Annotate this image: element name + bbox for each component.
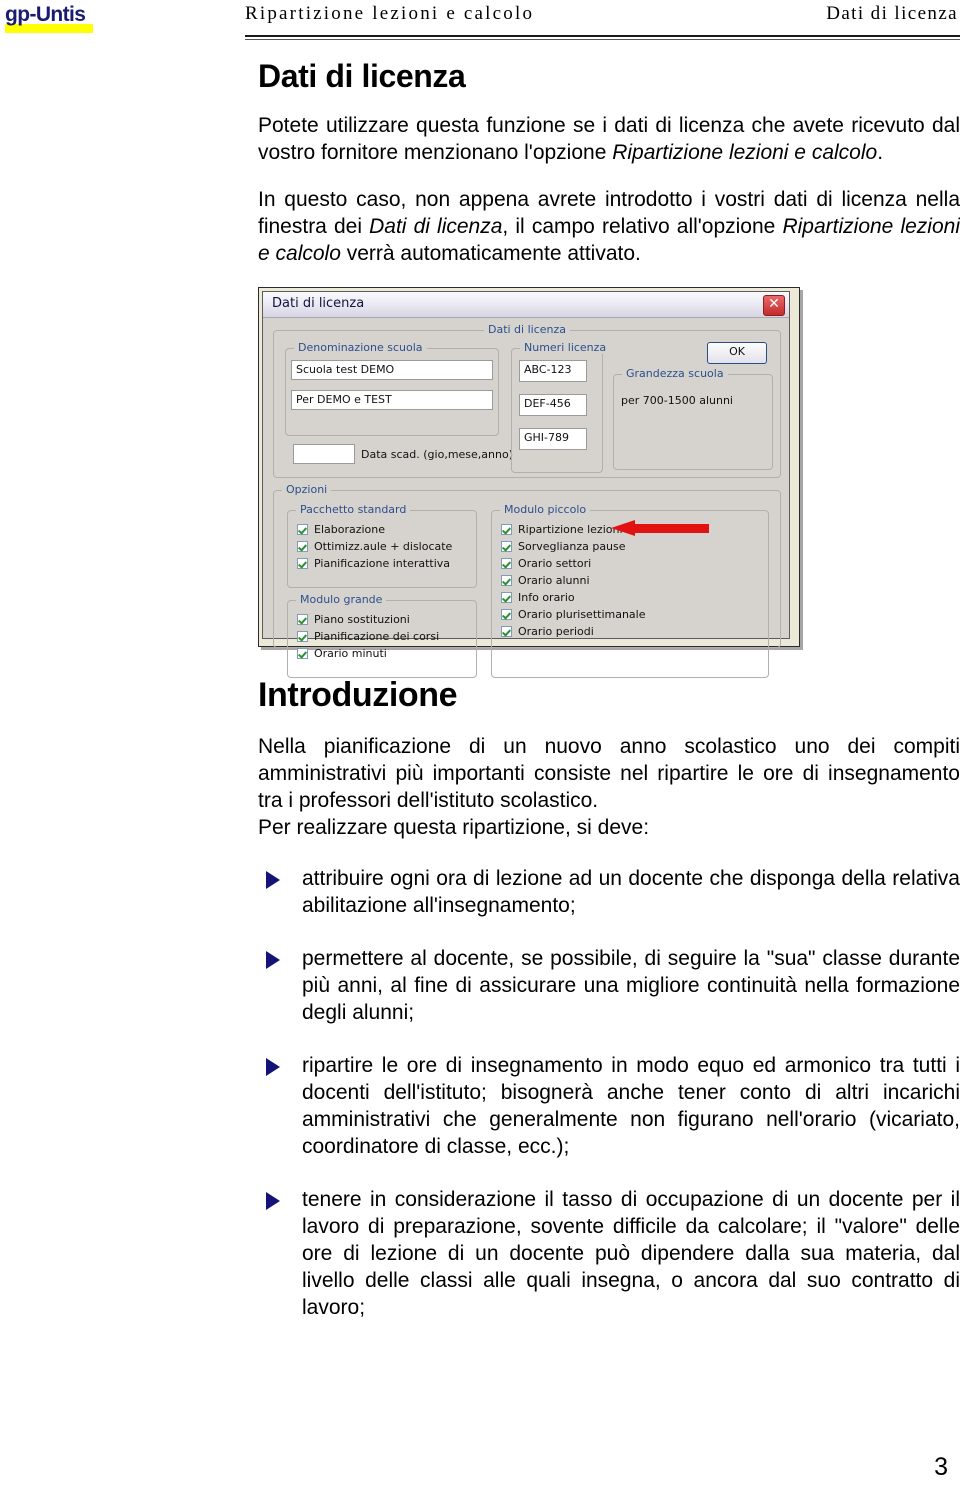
license-p1-part-b: . <box>877 141 884 164</box>
list-item: tenere in considerazione il tasso di occ… <box>258 1186 960 1321</box>
checkbox-row[interactable]: Orario settori <box>501 556 763 573</box>
checkbox-icon[interactable] <box>501 575 512 586</box>
expiry-date-input[interactable] <box>293 444 355 464</box>
arrow-head <box>611 520 635 536</box>
checkbox-row[interactable]: Sorveglianza pause <box>501 539 763 556</box>
checkbox-icon[interactable] <box>297 648 308 659</box>
checkbox-label: Orario alunni <box>518 574 590 587</box>
checkbox-label: Info orario <box>518 591 575 604</box>
checkbox-icon[interactable] <box>501 541 512 552</box>
checkbox-icon[interactable] <box>501 558 512 569</box>
license-p2-part-b: , il campo relativo all'opzione <box>502 215 783 238</box>
triangle-bullet-icon <box>266 1058 280 1076</box>
group-label-dati-di-licenza: Dati di licenza <box>483 323 571 336</box>
list-item: ripartire le ore di insegnamento in modo… <box>258 1052 960 1160</box>
checkbox-label: Pianificazione dei corsi <box>314 630 440 643</box>
intro-title: Introduzione <box>258 676 458 714</box>
checkbox-label: Orario plurisettimanale <box>518 608 646 621</box>
group-label-denominazione-scuola: Denominazione scuola <box>294 341 427 354</box>
list-item: attribuire ogni ora di lezione ad un doc… <box>258 865 960 919</box>
dialog-title-text: Dati di licenza <box>272 296 365 311</box>
checkbox-row[interactable]: Elaborazione <box>297 522 472 539</box>
list-item-text: permettere al docente, se possibile, di … <box>302 947 960 1024</box>
dialog-body: Dati di licenza Denominazione scuola Scu… <box>263 318 789 678</box>
standard-package-checkbox-list: Elaborazione Ottimizz.aule + dislocate P… <box>297 522 472 573</box>
checkbox-icon[interactable] <box>501 609 512 620</box>
list-item-text: attribuire ogni ora di lezione ad un doc… <box>302 867 960 917</box>
license-p1-italic: Ripartizione lezioni e calcolo <box>612 141 878 164</box>
group-label-pacchetto-standard: Pacchetto standard <box>296 503 411 516</box>
large-module-checkbox-list: Piano sostituzioni Pianificazione dei co… <box>297 612 472 663</box>
triangle-bullet-icon <box>266 1192 280 1210</box>
group-label-opzioni: Opzioni <box>282 483 332 496</box>
list-item-text: ripartire le ore di insegnamento in modo… <box>302 1054 960 1158</box>
group-grandezza-scuola: Grandezza scuola <box>613 367 773 470</box>
checkbox-row[interactable]: Info orario <box>501 590 763 607</box>
school-name-line1-input[interactable]: Scuola test DEMO <box>291 360 493 380</box>
checkbox-row[interactable]: Orario plurisettimanale <box>501 607 763 624</box>
school-size-value: per 700-1500 alunni <box>621 394 733 407</box>
checkbox-row[interactable]: Pianificazione interattiva <box>297 556 472 573</box>
logo-text: gp-Untis <box>5 3 86 26</box>
checkbox-label: Piano sostituzioni <box>314 613 410 626</box>
license-dialog-screenshot: Dati di licenza ✕ Dati di licenza Denomi… <box>258 287 800 678</box>
license-p2-italic-1: Dati di licenza <box>369 215 503 238</box>
dialog-title-bar: Dati di licenza ✕ <box>263 292 789 318</box>
dati-di-licenza-dialog: Dati di licenza ✕ Dati di licenza Denomi… <box>262 291 790 678</box>
group-label-numeri-licenza: Numeri licenza <box>520 341 611 354</box>
red-left-arrow-annotation-icon <box>611 520 709 536</box>
header-divider <box>245 35 960 40</box>
checkbox-icon[interactable] <box>297 631 308 642</box>
checkbox-icon[interactable] <box>501 626 512 637</box>
checkbox-icon[interactable] <box>501 524 512 535</box>
ok-button[interactable]: OK <box>707 342 767 364</box>
checkbox-row[interactable]: Ottimizz.aule + dislocate <box>297 539 472 556</box>
license-paragraph-1: Potete utilizzare questa funzione se i d… <box>258 112 960 166</box>
checkbox-label: Orario settori <box>518 557 592 570</box>
checkbox-label: Orario periodi <box>518 625 594 638</box>
small-module-checkbox-list: Ripartizione lezioni e calcolo Sorveglia… <box>501 522 763 641</box>
checkbox-label: Ottimizz.aule + dislocate <box>314 540 453 553</box>
triangle-bullet-icon <box>266 871 280 889</box>
license-number-input-2[interactable]: DEF-456 <box>519 394 587 416</box>
gp-untis-logo: gp-Untis <box>5 4 95 33</box>
group-label-modulo-grande: Modulo grande <box>296 593 387 606</box>
group-label-modulo-piccolo: Modulo piccolo <box>500 503 591 516</box>
checkbox-label: Orario minuti <box>314 647 387 660</box>
page-title: Dati di licenza <box>258 58 466 94</box>
license-paragraph-2: In questo caso, non appena avrete introd… <box>258 186 960 267</box>
checkbox-label: Elaborazione <box>314 523 386 536</box>
school-name-line2-input[interactable]: Per DEMO e TEST <box>291 390 493 410</box>
checkbox-row[interactable]: Pianificazione dei corsi <box>297 629 472 646</box>
intro-paragraph-2: Per realizzare questa ripartizione, si d… <box>258 816 650 839</box>
checkbox-row[interactable]: Orario alunni <box>501 573 763 590</box>
list-item: permettere al docente, se possibile, di … <box>258 945 960 1026</box>
group-label-grandezza-scuola: Grandezza scuola <box>622 367 728 380</box>
arrow-shaft <box>633 524 709 533</box>
list-item-text: tenere in considerazione il tasso di occ… <box>302 1188 960 1319</box>
document-content: Dati di licenza Potete utilizzare questa… <box>258 58 960 1347</box>
header-right-title: Dati di licenza <box>826 3 958 24</box>
checkbox-label: Pianificazione interattiva <box>314 557 451 570</box>
checkbox-row[interactable]: Piano sostituzioni <box>297 612 472 629</box>
checkbox-row[interactable]: Orario periodi <box>501 624 763 641</box>
page-header: gp-Untis Ripartizione lezioni e calcolo … <box>0 0 960 42</box>
intro-bullet-list: attribuire ogni ora di lezione ad un doc… <box>258 865 960 1321</box>
checkbox-icon[interactable] <box>297 614 308 625</box>
license-p2-part-c: verrà automaticamente attivato. <box>340 242 641 265</box>
intro-paragraph-1: Nella pianificazione di un nuovo anno sc… <box>258 735 960 812</box>
triangle-bullet-icon <box>266 951 280 969</box>
header-center-title: Ripartizione lezioni e calcolo <box>245 3 535 24</box>
checkbox-icon[interactable] <box>501 592 512 603</box>
expiry-date-label: Data scad. (gio,mese,anno) <box>361 448 513 461</box>
checkbox-label: Sorveglianza pause <box>518 540 626 553</box>
checkbox-icon[interactable] <box>297 524 308 535</box>
license-number-input-3[interactable]: GHI-789 <box>519 428 587 450</box>
checkbox-row[interactable]: Orario minuti <box>297 646 472 663</box>
license-number-input-1[interactable]: ABC-123 <box>519 360 587 382</box>
checkbox-icon[interactable] <box>297 541 308 552</box>
close-icon[interactable]: ✕ <box>763 295 785 316</box>
page-number: 3 <box>934 1453 948 1481</box>
checkbox-icon[interactable] <box>297 558 308 569</box>
